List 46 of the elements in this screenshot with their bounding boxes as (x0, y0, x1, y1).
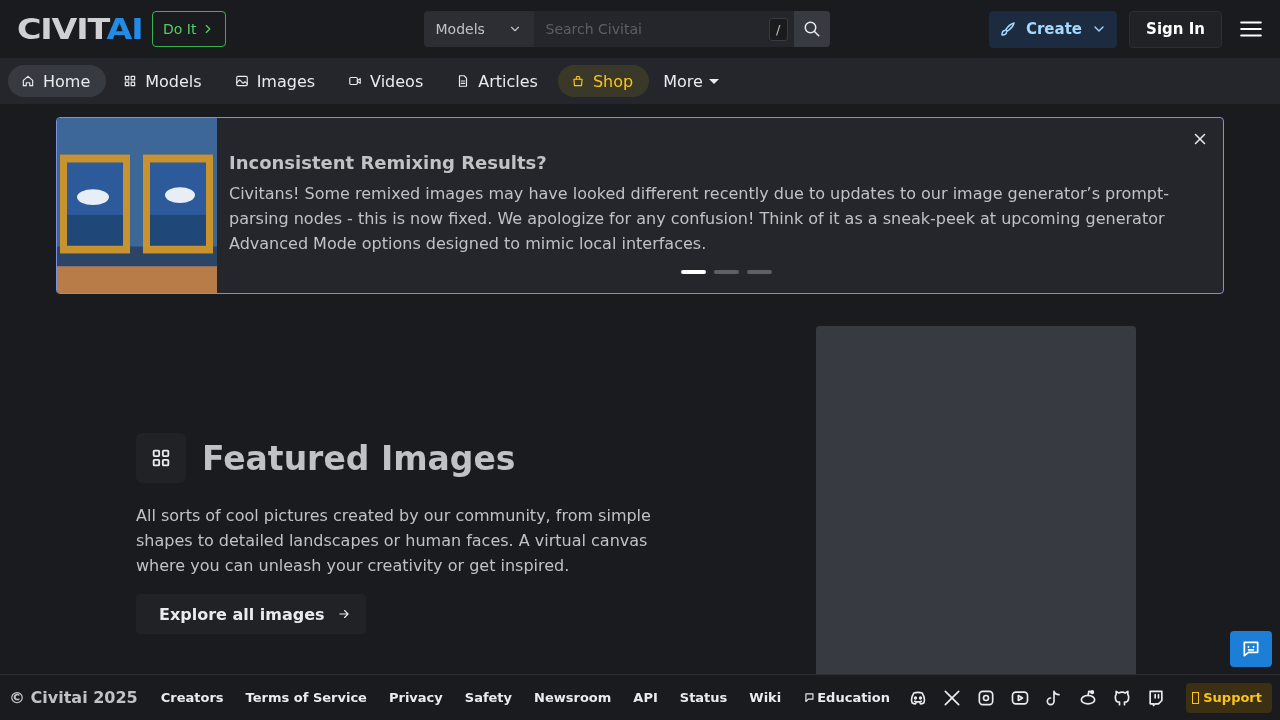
nav-link[interactable]: Models (110, 65, 218, 97)
nav-link[interactable]: Shop (557, 65, 650, 97)
footer-link[interactable]: Education (803, 690, 890, 705)
section-description: All sorts of cool pictures created by our community, from simple shapes to detailed landscapes or human faces. A virtual canvas where you can unleash your creativity or get inspired. (136, 505, 652, 577)
create-button[interactable]: Create (989, 10, 1117, 48)
announcement-text: Civitans! Some remixed images may have looked different recently due to updates to our image generator’s prompt-parsing nodes - this is now fixed. We apologize for any confusion! Think of it as a sneak-peek at upcoming generator Advanced Mode options designed to mimic local interfaces. (229, 183, 1171, 255)
slide-indicator[interactable] (680, 270, 706, 274)
search-button[interactable] (793, 11, 830, 47)
shopping-bag-icon (570, 74, 585, 88)
missing-glyph-icon (1192, 691, 1200, 704)
caret-icon (708, 78, 719, 84)
home-icon (21, 74, 35, 88)
x-logo-icon[interactable] (942, 687, 962, 708)
support-button[interactable]: Support (1186, 682, 1272, 713)
more-menu[interactable]: More (653, 65, 727, 97)
footer-link[interactable]: Creators (160, 690, 224, 705)
nav-link[interactable]: Images (221, 65, 332, 97)
grid-icon (136, 433, 186, 483)
chat-icon (1241, 639, 1261, 659)
brush-icon (998, 20, 1017, 38)
footer-link[interactable]: Terms of Service (245, 690, 367, 705)
image-icon (234, 74, 249, 88)
section-title: Featured Images (202, 438, 516, 478)
explore-button[interactable]: Explore all images (136, 594, 366, 634)
footer-link[interactable]: Wiki (749, 690, 782, 705)
alien-head-icon[interactable] (1078, 687, 1098, 708)
nav-link[interactable]: Articles (443, 65, 554, 97)
shortcut-key: / (769, 18, 788, 41)
do-it-button[interactable]: Do It (152, 11, 226, 47)
chat-button[interactable] (1230, 631, 1272, 667)
nav-link[interactable]: Videos (335, 65, 440, 97)
footer-link[interactable]: Privacy (388, 690, 443, 705)
site-logo[interactable]: CIVITAI (17, 14, 143, 44)
copyright: © Civitai 2025 (9, 688, 138, 707)
arrow-right-icon (336, 607, 351, 621)
footer-link[interactable]: API (633, 690, 658, 705)
footer-link[interactable]: Status (679, 690, 728, 705)
sign-in-button[interactable]: Sign In (1129, 10, 1222, 48)
grid-icon (123, 74, 138, 88)
search-icon (802, 20, 821, 38)
footer-link[interactable]: Safety (464, 690, 513, 705)
nav-link[interactable]: Home (8, 65, 107, 97)
footer-link[interactable]: Newsroom (534, 690, 612, 705)
video-camera-icon (348, 74, 363, 88)
announcement-title: Inconsistent Remixing Results? (229, 152, 548, 173)
search-scope-dropdown[interactable]: Models (423, 11, 534, 47)
